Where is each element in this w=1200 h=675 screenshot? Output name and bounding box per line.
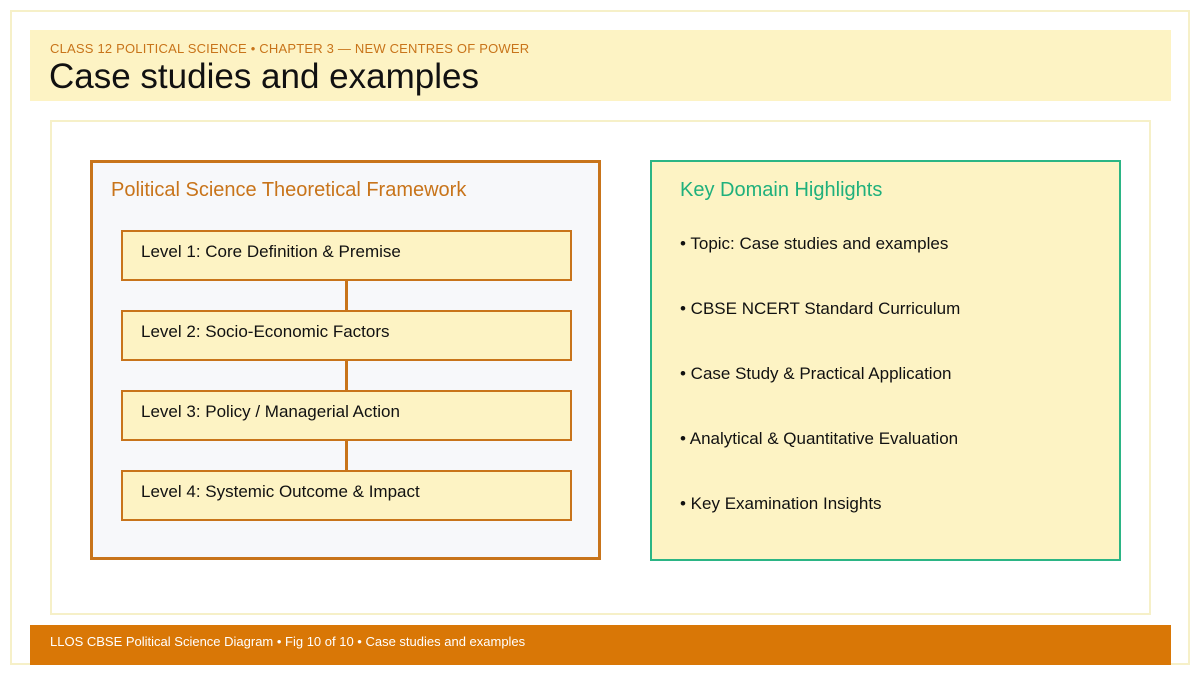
level-label: Level 4: Systemic Outcome & Impact: [141, 482, 420, 501]
footer-caption: LLOS CBSE Political Science Diagram • Fi…: [50, 634, 526, 649]
level-box-2: Level 2: Socio-Economic Factors: [121, 310, 572, 361]
connector-line: [345, 361, 348, 390]
highlight-item: • Topic: Case studies and examples: [680, 234, 949, 253]
level-box-3: Level 3: Policy / Managerial Action: [121, 390, 572, 441]
highlight-item: • Case Study & Practical Application: [680, 364, 952, 383]
connector-line: [345, 281, 348, 310]
highlight-item: • Key Examination Insights: [680, 494, 882, 513]
connector-line: [345, 441, 348, 470]
highlights-title: Key Domain Highlights: [680, 179, 883, 201]
level-label: Level 1: Core Definition & Premise: [141, 242, 401, 261]
framework-title: Political Science Theoretical Framework: [111, 179, 467, 201]
framework-panel: Political Science Theoretical Framework …: [90, 160, 601, 560]
highlights-panel: Key Domain Highlights • Topic: Case stud…: [650, 160, 1121, 561]
level-label: Level 2: Socio-Economic Factors: [141, 322, 390, 341]
header-band: CLASS 12 POLITICAL SCIENCE • CHAPTER 3 —…: [30, 30, 1171, 101]
page-title: Case studies and examples: [49, 57, 479, 96]
highlight-item: • Analytical & Quantitative Evaluation: [680, 429, 959, 448]
level-label: Level 3: Policy / Managerial Action: [141, 402, 400, 421]
chapter-kicker: CLASS 12 POLITICAL SCIENCE • CHAPTER 3 —…: [50, 41, 530, 56]
footer-band: LLOS CBSE Political Science Diagram • Fi…: [30, 625, 1171, 665]
highlight-item: • CBSE NCERT Standard Curriculum: [680, 299, 961, 318]
level-box-1: Level 1: Core Definition & Premise: [121, 230, 572, 281]
level-box-4: Level 4: Systemic Outcome & Impact: [121, 470, 572, 521]
